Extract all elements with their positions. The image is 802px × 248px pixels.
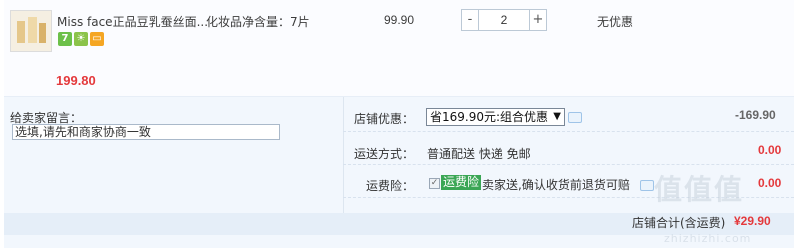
insurance-amount: 0.00 [758,176,782,190]
shop-discount-select[interactable]: 省169.90元:组合优惠 ▼ [426,108,565,126]
shipping-method: 普通配送 快递 免邮 [427,147,531,161]
insurance-tag: 运费险 [441,175,482,190]
insurance-text: 卖家送,确认收货前退货可赔 [482,178,630,192]
site-watermark-url: zhizhizhi.com [664,232,752,245]
sun-badge-icon[interactable]: ☀ [74,32,88,46]
shop-discount-label: 店铺优惠： [353,112,414,126]
shop-discount-selected: 省169.90元:组合优惠 [430,110,549,124]
quantity-stepper: - 2 + [461,9,547,31]
buyer-message-input[interactable]: 选填,请先和商家协商一致 [12,124,280,140]
item-promo: 无优惠 [597,15,634,29]
seven-day-return-icon[interactable]: 7 [58,32,72,46]
shipping-label: 运送方式： [353,147,414,161]
product-thumbnail[interactable] [10,10,52,52]
shop-discount-amount: -169.90 [735,108,776,122]
insurance-checkbox[interactable]: ✓ [429,178,440,189]
dropdown-arrow-icon: ▼ [553,111,561,122]
shipping-amount: 0.00 [758,143,782,157]
quantity-input[interactable]: 2 [479,9,529,31]
buyer-message-block: 给卖家留言： 选填,请先和商家协商一致 [4,97,344,230]
product-name-link[interactable]: Miss face正品豆乳蚕丝面... [57,13,208,30]
shop-total-value: ¥29.90 [734,214,771,228]
item-subtotal: 199.80 [56,73,96,88]
chat-bubble-icon[interactable] [640,180,654,191]
qty-decrease-button[interactable]: - [461,9,479,31]
shop-total-label: 店铺合计(含运费) [632,216,726,230]
service-badges: 7 ☀ ▭ [58,32,104,48]
site-watermark: 值值值 [654,173,745,206]
card-payment-icon[interactable]: ▭ [90,32,104,46]
product-spec: 化妆品净含量：7片 [206,15,310,29]
insurance-label: 运费险： [365,179,414,193]
qty-increase-button[interactable]: + [529,9,547,31]
unit-price: 99.90 [384,13,415,27]
chat-bubble-icon[interactable] [568,112,582,123]
